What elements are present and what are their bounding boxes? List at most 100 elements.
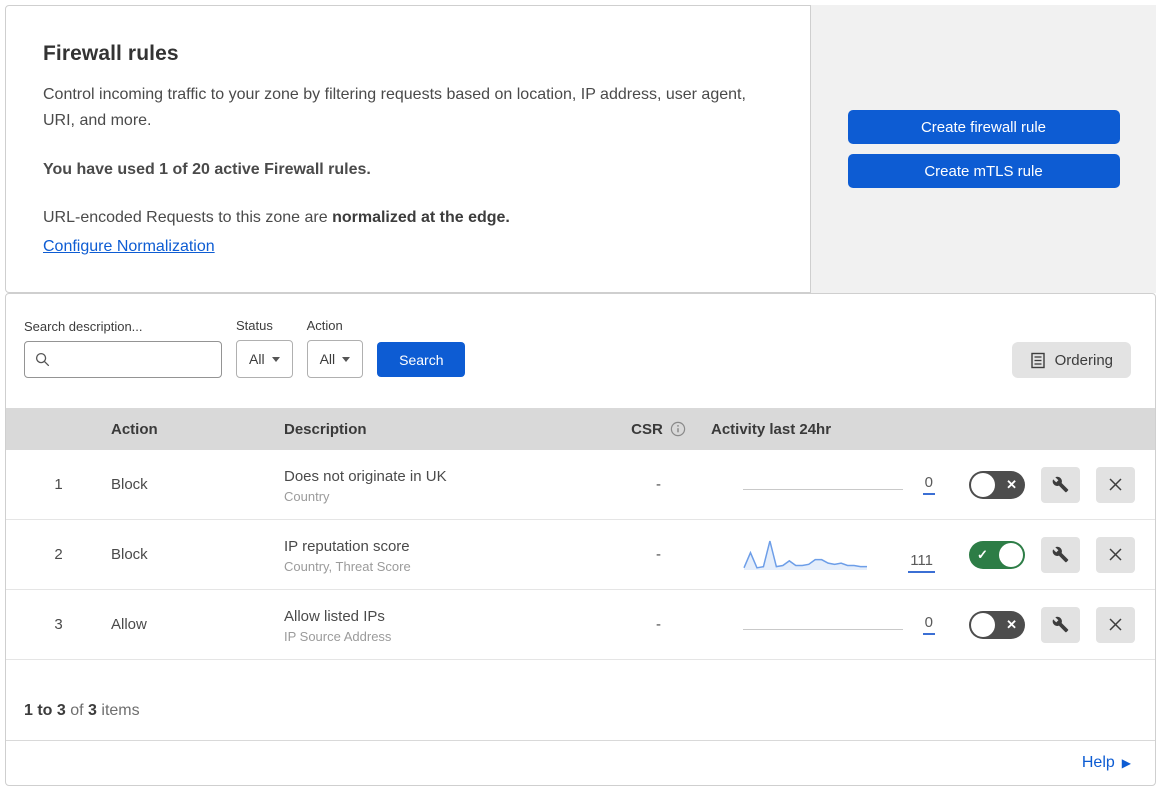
edit-rule-button[interactable] [1041, 466, 1080, 503]
close-icon [1109, 618, 1122, 631]
filter-bar: Search description... Status All Action [6, 294, 1155, 408]
toggle-knob [971, 612, 995, 637]
rule-enabled-toggle[interactable]: ✕ [969, 470, 1025, 499]
rule-description[interactable]: Does not originate in UK [284, 466, 606, 487]
action-filter: Action All [306, 318, 364, 378]
help-bar: Help ▶ [6, 740, 1155, 785]
close-icon [1109, 548, 1122, 561]
delete-rule-button[interactable] [1096, 606, 1135, 643]
usage-summary: You have used 1 of 20 active Firewall ru… [43, 160, 371, 178]
delete-rule-button[interactable] [1096, 466, 1135, 503]
chevron-down-icon [342, 356, 351, 362]
header-section: Firewall rules Control incoming traffic … [5, 5, 1156, 293]
table-row: 3 Allow Allow listed IPs IP Source Addre… [6, 590, 1155, 660]
table-row: 2 Block IP reputation score Country, Thr… [6, 520, 1155, 590]
toggle-off-x-icon: ✕ [1006, 617, 1017, 632]
rule-priority: 2 [54, 546, 63, 563]
rule-enabled-toggle[interactable]: ✓ [969, 540, 1025, 569]
rule-description-cell: Allow listed IPs IP Source Address [284, 606, 606, 644]
help-link-label: Help [1081, 754, 1115, 771]
rule-controls: ✕ [941, 606, 1155, 643]
rule-action: Block [111, 476, 148, 493]
wrench-icon [1052, 546, 1069, 563]
normalization-bold-text: normalized at the edge. [332, 209, 510, 227]
action-dropdown-value: All [319, 351, 336, 367]
rule-action: Allow [111, 616, 147, 633]
activity-sparkline [743, 537, 888, 573]
create-mtls-rule-button[interactable]: Create mTLS rule [847, 154, 1120, 188]
items-total: 3 [88, 702, 97, 719]
rule-description[interactable]: IP reputation score [284, 536, 606, 557]
rule-description[interactable]: Allow listed IPs [284, 606, 606, 627]
search-label: Search description... [24, 319, 143, 334]
rules-list-card: Search description... Status All Action [5, 293, 1156, 786]
wrench-icon [1052, 616, 1069, 633]
edit-rule-button[interactable] [1041, 606, 1080, 643]
search-text-input[interactable] [58, 351, 211, 368]
actions-panel: Create firewall rule Create mTLS rule [811, 5, 1156, 293]
action-label: Action [306, 318, 343, 333]
status-filter: Status All [236, 318, 293, 378]
close-icon [1109, 478, 1122, 491]
rule-csr-value: - [656, 476, 661, 493]
rule-enabled-toggle[interactable]: ✕ [969, 610, 1025, 639]
ordering-button-label: Ordering [1054, 351, 1113, 369]
table-header: Action Description CSR Activity last 24h… [6, 408, 1155, 450]
rule-description-cell: IP reputation score Country, Threat Scor… [284, 536, 606, 574]
rule-criteria: Country [284, 488, 330, 504]
arrow-right-icon: ▶ [1121, 756, 1131, 770]
action-column-header: Action [111, 420, 158, 438]
status-dropdown-value: All [249, 351, 265, 367]
configure-normalization-link[interactable]: Configure Normalization [43, 238, 215, 256]
search-icon [35, 352, 50, 367]
toggle-knob [999, 542, 1023, 567]
status-dropdown[interactable]: All [236, 340, 293, 378]
rule-controls: ✓ [941, 536, 1155, 573]
status-label: Status [236, 318, 273, 333]
rule-activity-cell: 0 [711, 475, 941, 495]
rule-csr-value: - [656, 546, 661, 563]
edit-rule-button[interactable] [1041, 536, 1080, 573]
normalization-text: URL-encoded Requests to this zone are [43, 209, 333, 227]
rule-csr-value: - [656, 616, 661, 633]
rule-criteria: Country, Threat Score [284, 558, 411, 574]
rule-action: Block [111, 546, 148, 563]
chevron-down-icon [271, 356, 280, 362]
csr-column-header: CSR [606, 421, 711, 438]
activity-column-header: Activity last 24hr [711, 420, 832, 438]
items-range: 1 to 3 [24, 702, 66, 719]
page-description: Control incoming traffic to your zone by… [43, 86, 746, 130]
rule-activity-cell: 0 [711, 615, 941, 635]
rule-description-cell: Does not originate in UK Country [284, 466, 606, 504]
description-column-header: Description [284, 420, 367, 438]
help-link[interactable]: Help ▶ [1082, 754, 1131, 772]
info-icon[interactable] [670, 421, 686, 437]
intro-card: Firewall rules Control incoming traffic … [5, 5, 811, 293]
rule-priority: 1 [54, 476, 63, 493]
activity-count-link[interactable]: 0 [922, 615, 935, 635]
firewall-rules-page: Firewall rules Control incoming traffic … [0, 0, 1161, 791]
search-field: Search description... [24, 319, 222, 378]
wrench-icon [1052, 476, 1069, 493]
activity-count-link[interactable]: 111 [908, 553, 935, 573]
rule-priority: 3 [54, 616, 63, 633]
action-dropdown[interactable]: All [306, 340, 364, 378]
ordering-list-icon [1030, 352, 1045, 368]
page-title: Firewall rules [43, 42, 179, 65]
toggle-on-check-icon: ✓ [977, 547, 988, 562]
search-input[interactable] [24, 341, 222, 378]
toggle-knob [971, 472, 995, 497]
delete-rule-button[interactable] [1096, 536, 1135, 573]
activity-count-link[interactable]: 0 [922, 475, 935, 495]
toggle-off-x-icon: ✕ [1006, 477, 1017, 492]
ordering-button[interactable]: Ordering [1011, 342, 1131, 378]
rule-criteria: IP Source Address [284, 628, 392, 644]
rule-controls: ✕ [941, 466, 1155, 503]
rule-activity-cell: 111 [711, 537, 941, 573]
search-button[interactable]: Search [377, 342, 466, 377]
normalization-note: URL-encoded Requests to this zone are no… [43, 205, 770, 231]
create-firewall-rule-button[interactable]: Create firewall rule [847, 110, 1120, 144]
table-row: 1 Block Does not originate in UK Country… [6, 450, 1155, 520]
pagination-summary: 1 to 3 of 3 items [24, 702, 140, 719]
activity-flatline [743, 628, 903, 630]
